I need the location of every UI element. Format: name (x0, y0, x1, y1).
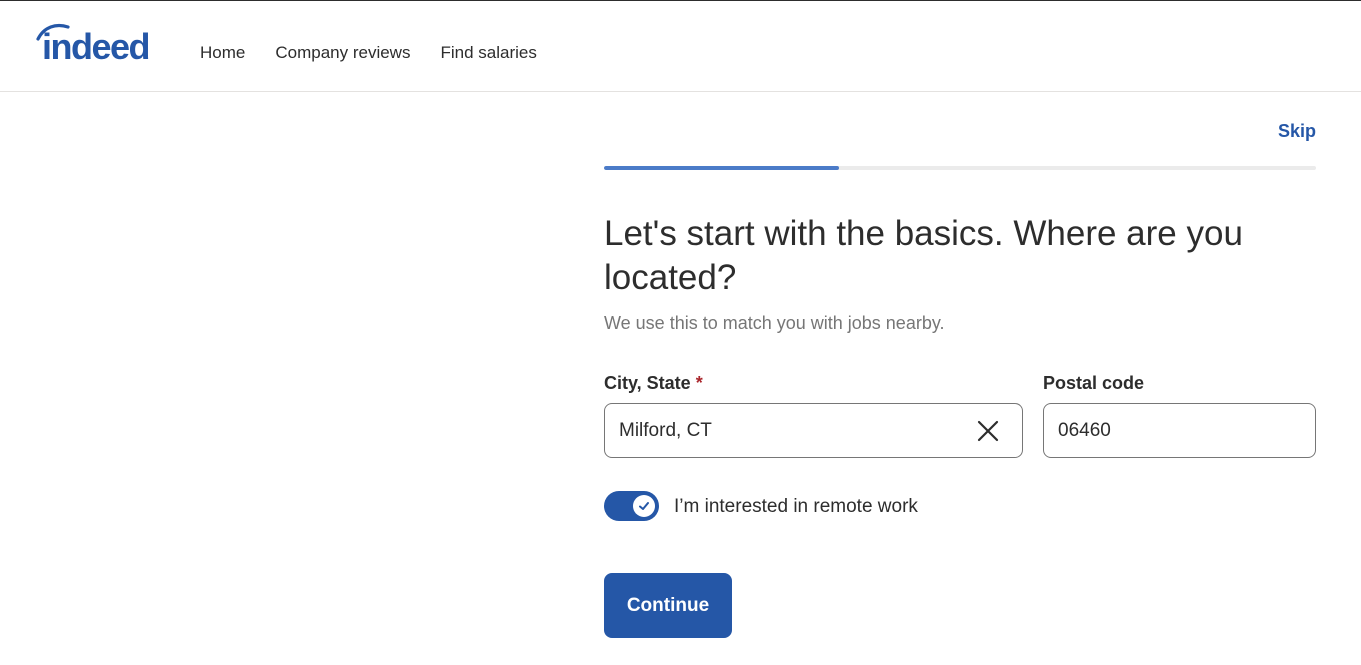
clear-city-button[interactable] (976, 419, 1000, 443)
continue-button[interactable]: Continue (604, 573, 732, 638)
indeed-logo[interactable]: indeed (34, 21, 170, 67)
toggle-knob (633, 495, 655, 517)
progress-bar-fill (604, 166, 839, 170)
remote-work-label: I’m interested in remote work (674, 496, 918, 517)
close-icon (977, 420, 999, 442)
postal-code-label: Postal code (1043, 373, 1145, 393)
nav-company-reviews[interactable]: Company reviews (275, 43, 410, 63)
logo-text: indeed (42, 26, 149, 67)
required-marker: * (695, 373, 703, 393)
main-nav: Home Company reviews Find salaries (200, 43, 537, 63)
city-state-field (604, 403, 1023, 458)
nav-home[interactable]: Home (200, 43, 245, 63)
postal-code-field (1043, 403, 1316, 458)
page-title: Let's start with the basics. Where are y… (604, 214, 1243, 297)
remote-work-toggle[interactable] (604, 491, 659, 521)
city-state-label: City, State * (604, 373, 703, 394)
nav-find-salaries[interactable]: Find salaries (440, 43, 536, 63)
site-header: indeed Home Company reviews Find salarie… (0, 1, 1361, 92)
city-state-label-text: City, State (604, 373, 691, 393)
postal-code-input[interactable] (1044, 404, 1315, 457)
city-state-input[interactable] (605, 404, 1022, 457)
progress-bar (604, 166, 1316, 170)
page-subtitle: We use this to match you with jobs nearb… (604, 313, 945, 333)
skip-link[interactable]: Skip (1278, 121, 1316, 142)
check-icon (639, 502, 649, 510)
